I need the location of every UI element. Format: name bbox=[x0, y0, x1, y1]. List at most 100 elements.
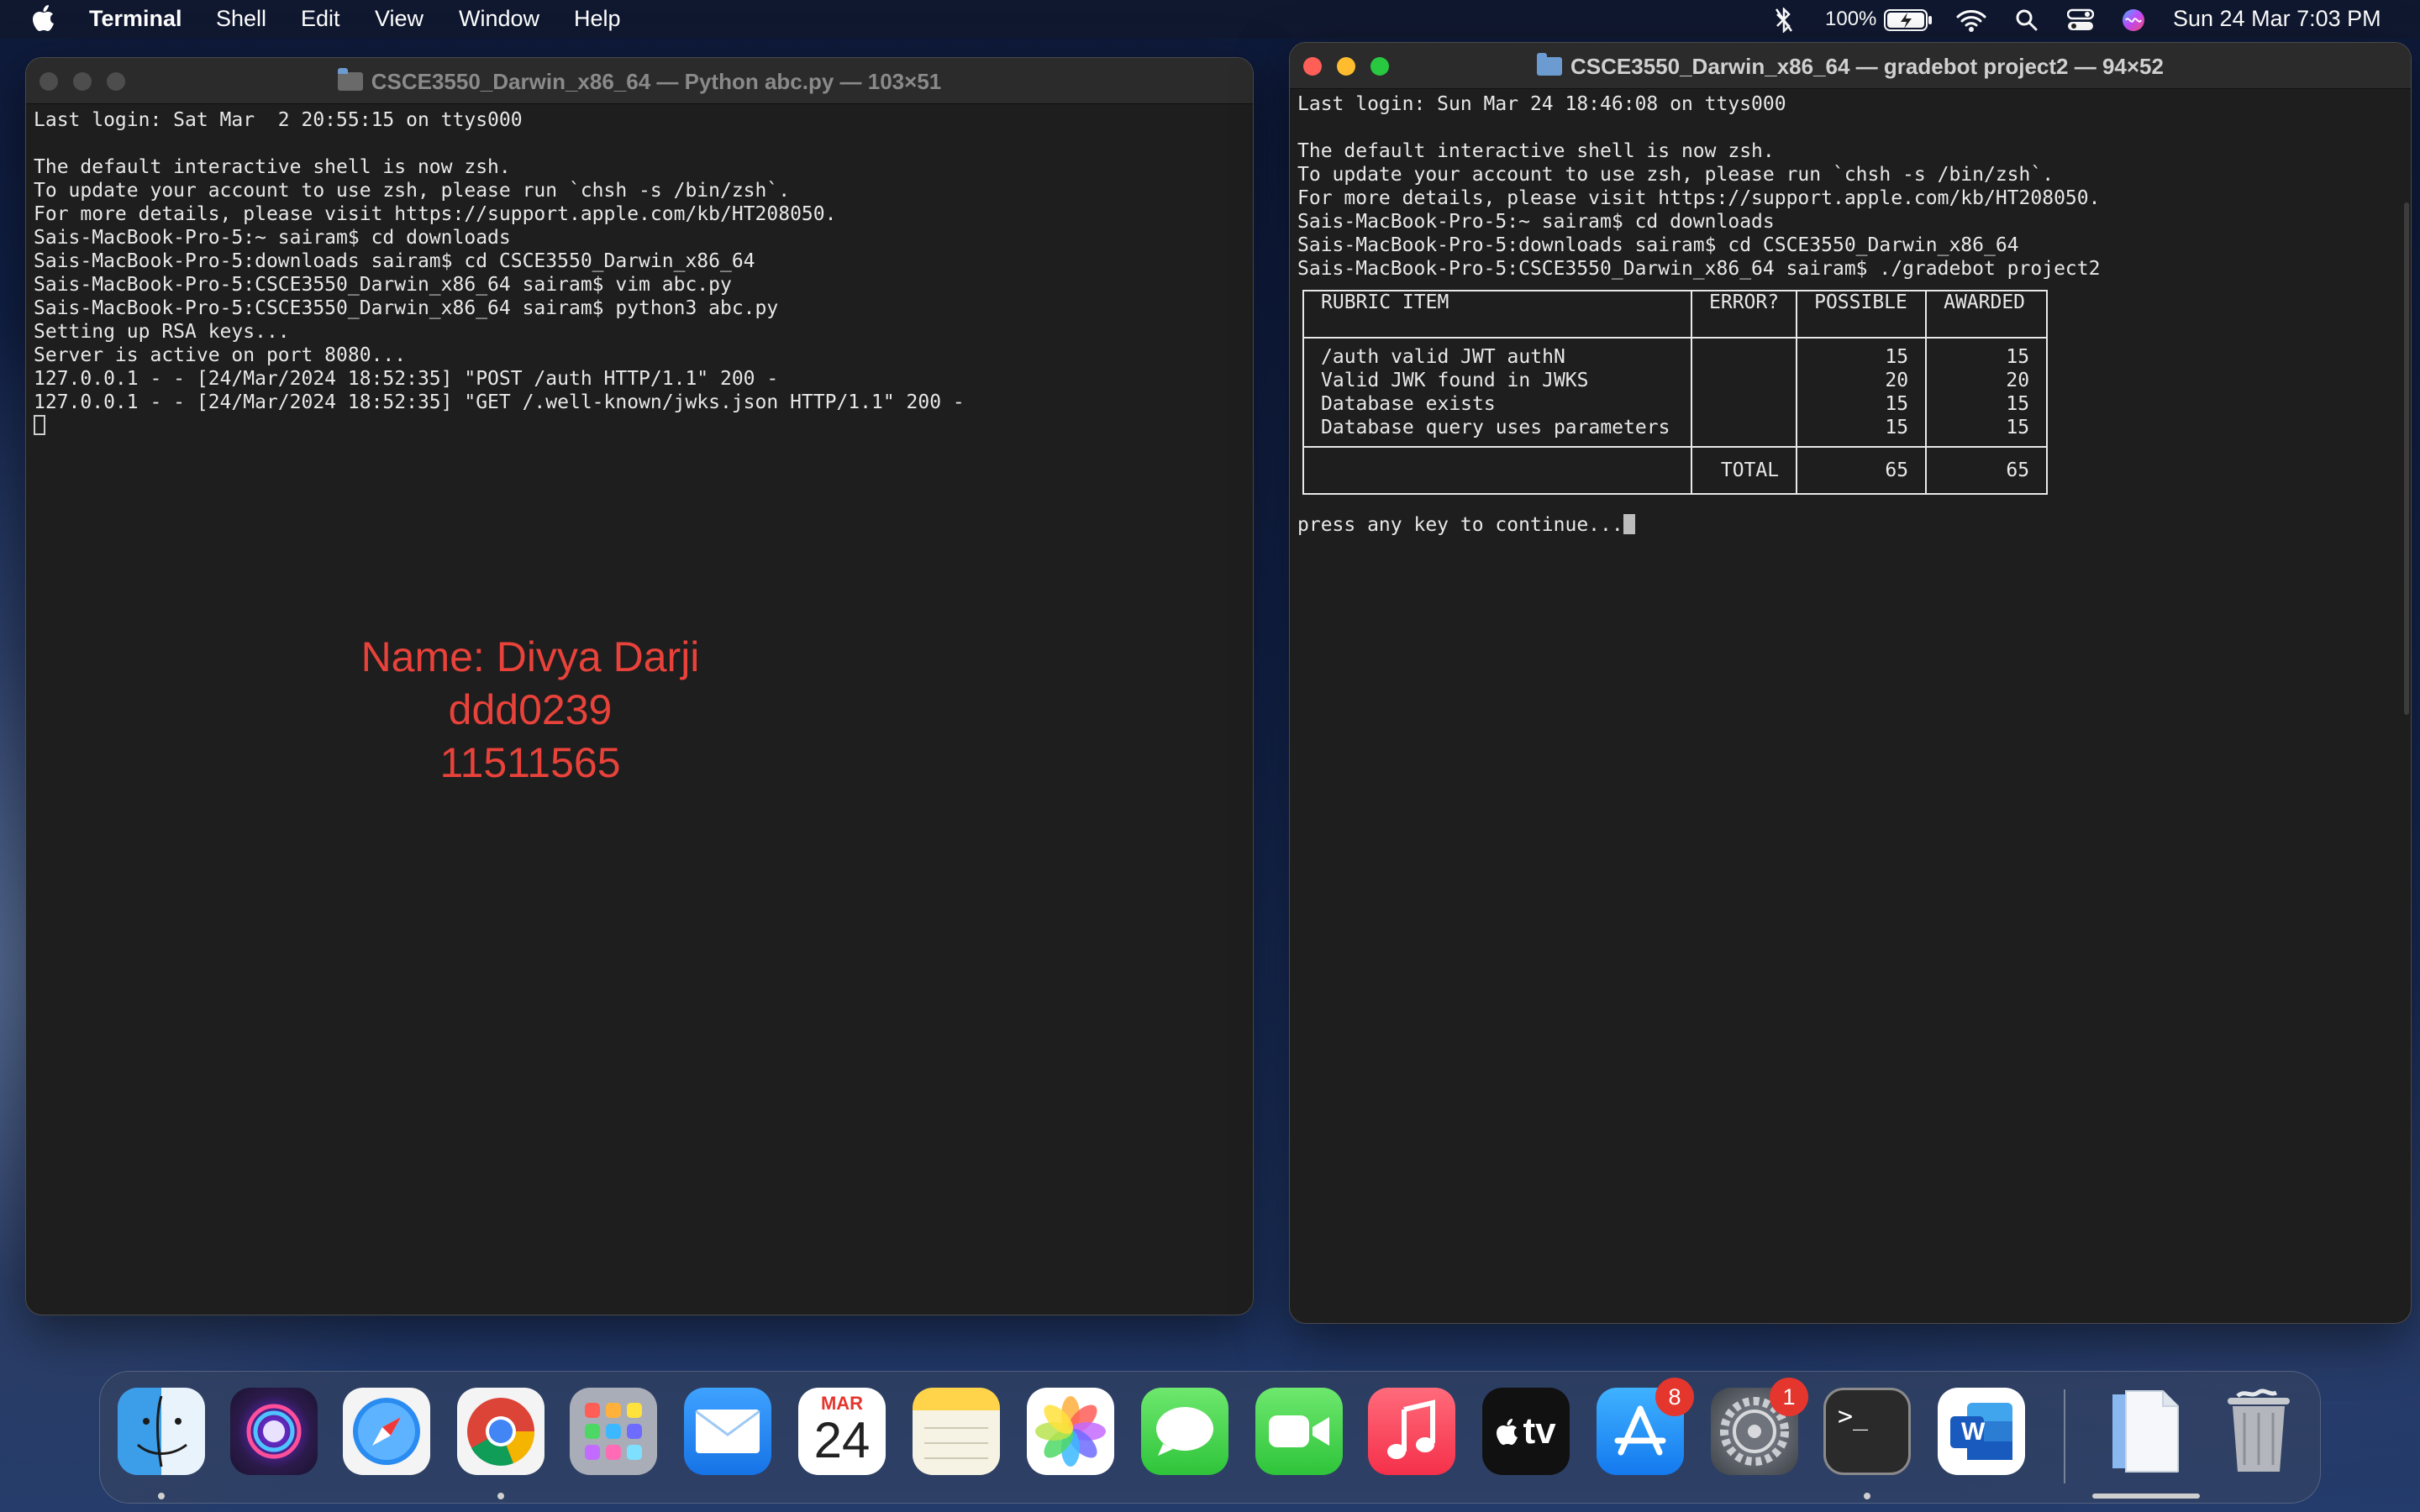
rubric-items-row: /auth valid JWT authN Valid JWK found in… bbox=[1302, 337, 2049, 448]
menu-bar: Terminal Shell Edit View Window Help 100… bbox=[0, 0, 2420, 39]
terminal-line: 127.0.0.1 - - [24/Mar/2024 18:52:35] "PO… bbox=[34, 368, 779, 390]
wifi-icon[interactable] bbox=[1956, 8, 1986, 38]
table-row: Database exists bbox=[1321, 393, 1496, 415]
word-glyph: W bbox=[1961, 1418, 1986, 1446]
terminal-output[interactable]: Last login: Sun Mar 24 18:46:08 on ttys0… bbox=[1297, 92, 2100, 281]
terminal-cursor bbox=[34, 415, 45, 435]
menu-edit[interactable]: Edit bbox=[301, 6, 340, 32]
tv-icon[interactable]: tv bbox=[1482, 1388, 1570, 1475]
terminal-line: Last login: Sun Mar 24 18:46:08 on ttys0… bbox=[1297, 93, 1786, 115]
student-id: ddd0239 bbox=[448, 686, 613, 733]
safari-icon[interactable] bbox=[343, 1388, 430, 1475]
terminal-running-indicator bbox=[1864, 1493, 1870, 1499]
terminal-window-gradebot[interactable]: CSCE3550_Darwin_x86_64 — gradebot projec… bbox=[1289, 42, 2412, 1324]
menu-view[interactable]: View bbox=[375, 6, 424, 32]
student-info: Name: Divya Darji ddd0239 11511565 bbox=[26, 631, 1034, 790]
menu-clock[interactable]: Sun 24 Mar 7:03 PM bbox=[2173, 6, 2381, 32]
terminal-output[interactable]: Last login: Sat Mar 2 20:55:15 on ttys00… bbox=[34, 108, 965, 438]
header-rubric-item: RUBRIC ITEM bbox=[1302, 290, 1692, 339]
battery-percent: 100% bbox=[1825, 8, 1877, 30]
table-cell: 20 bbox=[2006, 370, 2030, 391]
menu-shell[interactable]: Shell bbox=[216, 6, 266, 32]
terminal-line: Sais-MacBook-Pro-5:CSCE3550_Darwin_x86_6… bbox=[34, 297, 779, 319]
terminal-line: The default interactive shell is now zsh… bbox=[1297, 140, 1775, 162]
menu-window[interactable]: Window bbox=[459, 6, 539, 32]
terminal-line: Sais-MacBook-Pro-5:downloads sairam$ cd … bbox=[34, 250, 755, 272]
menu-app-name[interactable]: Terminal bbox=[89, 6, 182, 32]
table-row: Valid JWK found in JWKS bbox=[1321, 370, 1589, 391]
facetime-icon[interactable] bbox=[1255, 1388, 1343, 1475]
window-titlebar[interactable]: CSCE3550_Darwin_x86_64 — Python abc.py —… bbox=[26, 58, 1253, 104]
terminal-line: Last login: Sat Mar 2 20:55:15 on ttys00… bbox=[34, 109, 523, 131]
table-cell: 15 bbox=[2006, 346, 2030, 368]
terminal-line: For more details, please visit https://s… bbox=[1297, 187, 2101, 209]
table-cell bbox=[1302, 446, 1692, 495]
rubric-item-errors bbox=[1690, 337, 1798, 448]
calendar-icon[interactable]: MAR 24 bbox=[798, 1388, 886, 1475]
word-icon[interactable]: W bbox=[1938, 1388, 2025, 1475]
terminal-glyph: >_ bbox=[1838, 1402, 1869, 1431]
terminal-line: Sais-MacBook-Pro-5:~ sairam$ cd download… bbox=[1297, 211, 1775, 233]
table-row: Database query uses parameters bbox=[1321, 417, 1670, 438]
table-cell: 15 bbox=[2006, 417, 2030, 438]
notes-icon[interactable] bbox=[913, 1388, 1000, 1475]
table-row: /auth valid JWT authN bbox=[1321, 346, 1565, 368]
photos-icon[interactable] bbox=[1027, 1388, 1114, 1475]
finder-running-indicator bbox=[158, 1493, 165, 1499]
terminal-icon[interactable]: >_ bbox=[1823, 1388, 1911, 1475]
continue-prompt-text: press any key to continue... bbox=[1297, 514, 1623, 536]
header-possible: POSSIBLE bbox=[1796, 290, 1928, 339]
siri-icon[interactable] bbox=[2121, 8, 2146, 39]
music-icon[interactable] bbox=[1368, 1388, 1455, 1475]
rubric-item-names: /auth valid JWT authN Valid JWK found in… bbox=[1302, 337, 1692, 448]
terminal-line: Sais-MacBook-Pro-5:CSCE3550_Darwin_x86_6… bbox=[1297, 258, 2101, 280]
terminal-line: Sais-MacBook-Pro-5:downloads sairam$ cd … bbox=[1297, 234, 2019, 256]
siri-app-icon[interactable] bbox=[230, 1388, 318, 1475]
window-title: CSCE3550_Darwin_x86_64 — Python abc.py —… bbox=[26, 68, 1253, 95]
rubric-header-row: RUBRIC ITEM ERROR? POSSIBLE AWARDED bbox=[1302, 290, 2049, 339]
calendar-day: 24 bbox=[813, 1412, 871, 1468]
messages-icon[interactable] bbox=[1141, 1388, 1228, 1475]
control-center-icon[interactable] bbox=[2066, 8, 2095, 38]
launchpad-icon[interactable] bbox=[570, 1388, 657, 1475]
battery-charging-icon[interactable] bbox=[1884, 9, 1933, 37]
window-title-text: CSCE3550_Darwin_x86_64 — gradebot projec… bbox=[1570, 54, 2164, 79]
trash-icon[interactable] bbox=[2215, 1388, 2302, 1475]
apple-menu-icon[interactable] bbox=[32, 3, 57, 38]
table-cell: 15 bbox=[1885, 417, 1909, 438]
header-error: ERROR? bbox=[1690, 290, 1798, 339]
student-name: Name: Divya Darji bbox=[360, 633, 700, 680]
terminal-line: 127.0.0.1 - - [24/Mar/2024 18:52:35] "GE… bbox=[34, 391, 965, 413]
rubric-item-possible: 15 20 15 15 bbox=[1796, 337, 1928, 448]
menu-help[interactable]: Help bbox=[574, 6, 621, 32]
spotlight-search-icon[interactable] bbox=[2015, 8, 2039, 38]
table-cell: 15 bbox=[1885, 346, 1909, 368]
continue-prompt[interactable]: press any key to continue... bbox=[1297, 513, 1635, 537]
total-possible: 65 bbox=[1796, 446, 1928, 495]
window-title: CSCE3550_Darwin_x86_64 — gradebot projec… bbox=[1290, 53, 2411, 80]
total-label: TOTAL bbox=[1690, 446, 1798, 495]
scrollbar[interactable] bbox=[2404, 202, 2409, 715]
mail-icon[interactable] bbox=[684, 1388, 771, 1475]
bluetooth-icon[interactable] bbox=[1775, 6, 1793, 39]
header-awarded: AWARDED bbox=[1925, 290, 2049, 339]
terminal-line: Sais-MacBook-Pro-5:CSCE3550_Darwin_x86_6… bbox=[34, 274, 732, 296]
finder-icon[interactable] bbox=[118, 1388, 205, 1475]
app-store-badge: 8 bbox=[1655, 1378, 1694, 1416]
terminal-line: To update your account to use zsh, pleas… bbox=[1297, 164, 2054, 186]
terminal-cursor bbox=[1623, 514, 1635, 534]
system-preferences-badge: 1 bbox=[1770, 1378, 1808, 1416]
document-icon[interactable] bbox=[2101, 1388, 2188, 1475]
rubric-table: RUBRIC ITEM ERROR? POSSIBLE AWARDED /aut… bbox=[1302, 290, 2049, 495]
terminal-line: Setting up RSA keys... bbox=[34, 321, 290, 343]
window-title-text: CSCE3550_Darwin_x86_64 — Python abc.py —… bbox=[371, 69, 942, 94]
chrome-icon[interactable] bbox=[457, 1388, 544, 1475]
terminal-window-python[interactable]: CSCE3550_Darwin_x86_64 — Python abc.py —… bbox=[25, 57, 1254, 1315]
folder-icon bbox=[337, 68, 363, 91]
table-cell: 15 bbox=[2006, 393, 2030, 415]
window-titlebar[interactable]: CSCE3550_Darwin_x86_64 — gradebot projec… bbox=[1290, 43, 2411, 89]
table-cell: 15 bbox=[1885, 393, 1909, 415]
chrome-running-indicator bbox=[497, 1493, 504, 1499]
terminal-line: For more details, please visit https://s… bbox=[34, 203, 837, 225]
